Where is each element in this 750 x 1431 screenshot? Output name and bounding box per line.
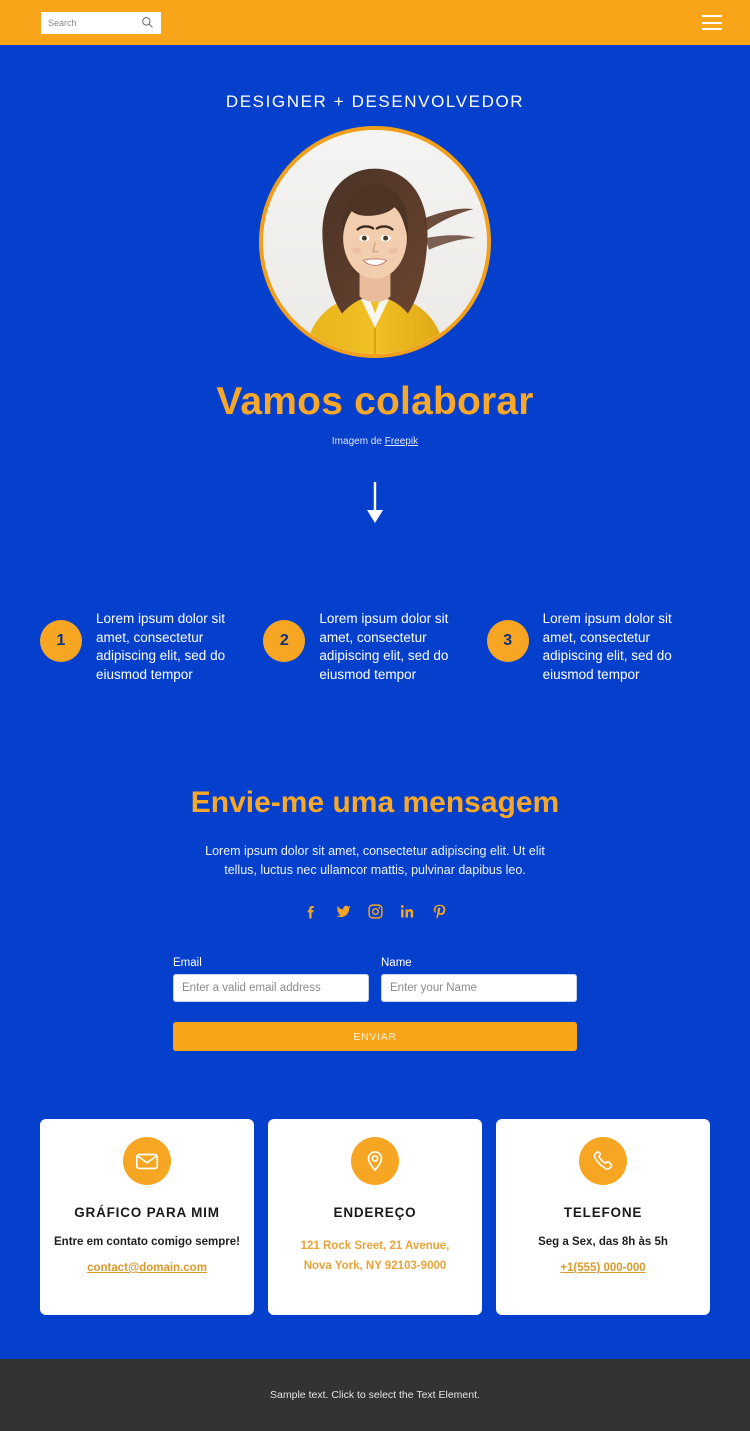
email-field[interactable]	[173, 974, 369, 1002]
search-input[interactable]	[41, 11, 142, 34]
image-credit-prefix: Imagem de	[331, 436, 385, 447]
phone-link[interactable]: +1(555) 000-000	[560, 1262, 645, 1274]
email-label: Email	[173, 957, 202, 969]
contact-form: Email Name ENVIAR	[173, 957, 577, 1051]
contact-cards: GRÁFICO PARA MIM Entre em contato comigo…	[40, 1119, 710, 1315]
card-address: 121 Rock Sreet, 21 Avenue, Nova York, NY…	[268, 1236, 482, 1276]
image-credit: Imagem de Freepik	[0, 436, 750, 447]
card-title: ENDEREÇO	[333, 1205, 417, 1220]
card-title: GRÁFICO PARA MIM	[74, 1205, 220, 1220]
footer-text: Sample text. Click to select the Text El…	[270, 1389, 480, 1401]
address-line-1: 121 Rock Sreet, 21 Avenue,	[300, 1240, 450, 1252]
name-label: Name	[381, 957, 412, 969]
section-title: Envie-me uma mensagem	[190, 786, 560, 819]
step-text: Lorem ipsum dolor sit amet, consectetur …	[542, 611, 672, 682]
portrait-photo	[263, 130, 487, 354]
step-text: Lorem ipsum dolor sit amet, consectetur …	[96, 611, 226, 682]
step-number-badge: 3	[486, 620, 529, 662]
social-links	[0, 903, 750, 920]
list-item: 3 Lorem ipsum dolor sit amet, consectetu…	[486, 610, 710, 684]
step-number-badge: 1	[40, 620, 82, 662]
phone-icon	[579, 1137, 627, 1185]
pinterest-icon[interactable]	[431, 903, 448, 920]
avatar	[259, 126, 491, 358]
contact-card-email: GRÁFICO PARA MIM Entre em contato comigo…	[40, 1119, 254, 1315]
search-icon[interactable]	[141, 16, 154, 29]
card-subtitle: Entre em contato comigo sempre!	[54, 1236, 240, 1248]
facebook-icon[interactable]	[303, 903, 320, 920]
page-root: DESIGNER + DESENVOLVEDOR	[0, 0, 750, 1431]
arrow-down-icon[interactable]	[362, 480, 388, 524]
card-title: TELEFONE	[563, 1205, 643, 1220]
hamburger-line	[702, 15, 722, 17]
hamburger-menu-icon[interactable]	[702, 15, 722, 30]
submit-button[interactable]: ENVIAR	[173, 1022, 577, 1051]
list-item: 2 Lorem ipsum dolor sit amet, consectetu…	[263, 610, 486, 684]
image-credit-link[interactable]: Freepik	[385, 436, 418, 447]
message-section: Envie-me uma mensagem Lorem ipsum dolor …	[0, 786, 750, 920]
hamburger-line	[702, 21, 722, 24]
contact-card-address: ENDEREÇO 121 Rock Sreet, 21 Avenue, Nova…	[268, 1119, 482, 1315]
name-field[interactable]	[381, 974, 577, 1002]
email-link[interactable]: contact@domain.com	[87, 1262, 207, 1274]
list-item: 1 Lorem ipsum dolor sit amet, consectetu…	[40, 610, 263, 684]
email-field-group: Email	[173, 957, 369, 1002]
hamburger-line	[702, 28, 722, 30]
location-pin-icon	[351, 1137, 399, 1185]
step-number-badge: 2	[263, 620, 306, 662]
section-subtitle: Lorem ipsum dolor sit amet, consectetur …	[205, 844, 545, 877]
name-field-group: Name	[381, 957, 577, 1002]
form-row: Email Name	[173, 957, 577, 1002]
page-title: Vamos colaborar	[216, 380, 534, 423]
instagram-icon[interactable]	[367, 903, 384, 920]
site-footer: Sample text. Click to select the Text El…	[0, 1359, 750, 1431]
step-text: Lorem ipsum dolor sit amet, consectetur …	[319, 611, 449, 682]
site-header	[0, 0, 750, 45]
card-subtitle: Seg a Sex, das 8h às 5h	[538, 1236, 668, 1248]
hero-section: DESIGNER + DESENVOLVEDOR Vamos colaborar…	[0, 45, 750, 524]
hero-eyebrow: DESIGNER + DESENVOLVEDOR	[225, 92, 525, 111]
contact-card-phone: TELEFONE Seg a Sex, das 8h às 5h +1(555)…	[496, 1119, 710, 1315]
steps-list: 1 Lorem ipsum dolor sit amet, consectetu…	[0, 610, 750, 684]
linkedin-icon[interactable]	[399, 903, 416, 920]
search-box[interactable]	[41, 11, 161, 34]
twitter-icon[interactable]	[335, 903, 352, 920]
envelope-icon	[123, 1137, 171, 1185]
address-line-2: Nova York, NY 92103-9000	[303, 1260, 447, 1272]
